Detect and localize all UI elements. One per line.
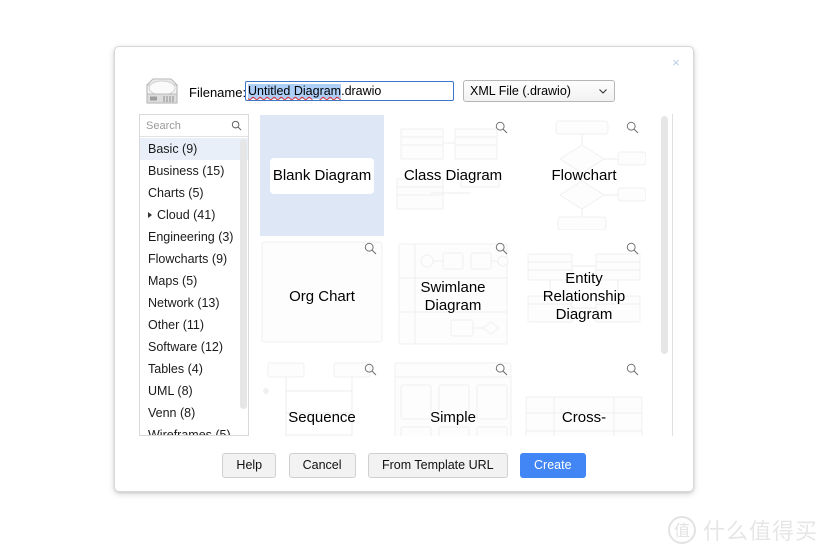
category-label: UML (8) [148, 384, 193, 398]
category-item[interactable]: UML (8) [140, 380, 248, 402]
dialog-footer: Help Cancel From Template URL Create [115, 453, 693, 479]
category-label: Tables (4) [148, 362, 203, 376]
category-item[interactable]: Cloud (41) [140, 204, 248, 226]
template-tile[interactable]: Simple [391, 357, 515, 436]
category-item[interactable]: Charts (5) [140, 182, 248, 204]
preview-magnifier-icon[interactable] [364, 363, 377, 376]
category-label: Maps (5) [148, 274, 198, 288]
sidebar-scrollbar[interactable] [240, 139, 247, 433]
category-item[interactable]: Engineering (3) [140, 226, 248, 248]
filetype-value: XML File (.drawio) [470, 84, 571, 98]
category-item[interactable]: Software (12) [140, 336, 248, 358]
category-item[interactable]: Basic (9) [140, 138, 248, 160]
preview-magnifier-icon[interactable] [495, 363, 508, 376]
category-label: Software (12) [148, 340, 224, 354]
category-item[interactable]: Maps (5) [140, 270, 248, 292]
category-label: Flowcharts (9) [148, 252, 228, 266]
category-label: Basic (9) [148, 142, 198, 156]
category-label: Cloud (41) [157, 208, 216, 222]
template-tile[interactable]: Blank Diagram [260, 115, 384, 237]
category-item[interactable]: Business (15) [140, 160, 248, 182]
template-tile[interactable]: Flowchart [522, 115, 646, 237]
chevron-down-icon [599, 89, 607, 94]
search-icon[interactable] [231, 120, 242, 131]
category-label: Engineering (3) [148, 230, 234, 244]
category-list: Basic (9) Business (15) Charts (5) Cloud (4… [140, 138, 248, 435]
cancel-button[interactable]: Cancel [288, 453, 356, 478]
watermark-logo: 值 [667, 516, 696, 544]
preview-magnifier-icon[interactable] [495, 121, 508, 134]
filename-selected-text: Untitled Diagram [248, 84, 342, 99]
watermark-text: 什么值得买 [702, 520, 818, 545]
category-label: Venn (8) [148, 406, 196, 420]
hard-drive-icon [146, 78, 178, 104]
template-grid-panel: Blank Diagram Class Diagram Flowchart Org C… [258, 114, 672, 436]
category-label: Wireframes (5) [148, 428, 231, 435]
search-row[interactable]: Search [140, 115, 248, 137]
template-tile[interactable]: Class Diagram [391, 115, 515, 237]
category-label: Network (13) [148, 296, 220, 310]
filename-extension-text: .drawio [341, 84, 382, 98]
filename-input[interactable]: Untitled Diagram.drawio [245, 81, 454, 101]
template-tile[interactable]: Swimlane Diagram [391, 236, 515, 358]
watermark: 值 什么值得买 [667, 514, 818, 546]
sidebar-scroll-thumb[interactable] [240, 139, 247, 409]
category-item[interactable]: Venn (8) [140, 402, 248, 424]
templates-scrollbar[interactable] [661, 114, 668, 436]
category-item[interactable]: Network (13) [140, 292, 248, 314]
panel-divider [672, 114, 673, 436]
templates-scroll-thumb[interactable] [661, 116, 668, 354]
preview-magnifier-icon[interactable] [364, 242, 377, 255]
template-tile[interactable]: Entity Relationship Diagram [522, 236, 646, 358]
expand-arrow-icon[interactable] [148, 211, 152, 218]
category-item[interactable]: Wireframes (5) [140, 424, 248, 435]
template-tile[interactable]: Cross- [522, 357, 646, 436]
help-button[interactable]: Help [222, 453, 277, 478]
template-tile[interactable]: Org Chart [260, 236, 384, 358]
template-thumbnail [260, 115, 384, 230]
from-template-url-button[interactable]: From Template URL [367, 453, 508, 478]
search-input[interactable]: Search [146, 115, 181, 137]
new-diagram-dialog: × Filename: Untitled Diagram.drawio XML … [114, 46, 694, 492]
preview-magnifier-icon[interactable] [626, 242, 639, 255]
close-icon[interactable]: × [667, 54, 685, 72]
preview-magnifier-icon[interactable] [626, 121, 639, 134]
create-button[interactable]: Create [520, 453, 586, 478]
category-sidebar: Search Basic (9) Business (15) Charts (5) C… [139, 114, 249, 436]
template-tile[interactable]: Sequence [260, 357, 384, 436]
filetype-select[interactable]: XML File (.drawio) [463, 80, 615, 102]
filename-label: Filename: [189, 85, 247, 100]
preview-magnifier-icon[interactable] [626, 363, 639, 376]
category-label: Business (15) [148, 164, 225, 178]
category-item[interactable]: Tables (4) [140, 358, 248, 380]
preview-magnifier-icon[interactable] [495, 242, 508, 255]
category-item[interactable]: Flowcharts (9) [140, 248, 248, 270]
category-label: Other (11) [148, 318, 205, 332]
category-item[interactable]: Other (11) [140, 314, 248, 336]
category-label: Charts (5) [148, 186, 204, 200]
